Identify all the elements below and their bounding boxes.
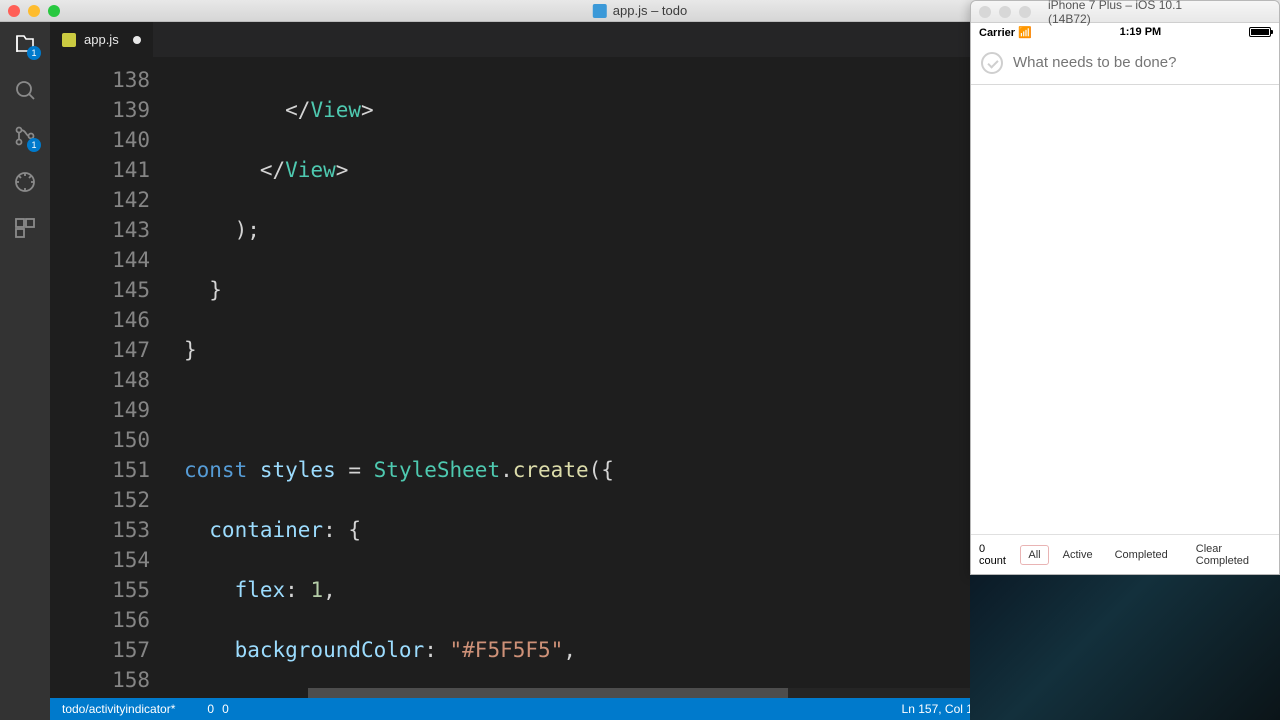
ios-status-bar: Carrier 📶 1:19 PM [971,23,1279,41]
close-window-button[interactable] [8,5,20,17]
line-number: 157 [50,635,150,665]
simulator-title: iPhone 7 Plus – iOS 10.1 (14B72) [1048,0,1202,26]
line-number: 146 [50,305,150,335]
js-file-icon [62,33,76,47]
todo-list-body[interactable] [971,85,1279,534]
filter-completed-button[interactable]: Completed [1107,545,1176,565]
window-title-text: app.js – todo [613,3,687,18]
line-number: 158 [50,665,150,695]
line-number: 138 [50,65,150,95]
battery-icon [1249,27,1271,37]
line-gutter: 138 139 140 141 142 143 144 145 146 147 … [50,57,170,698]
line-number: 150 [50,425,150,455]
line-number: 149 [50,395,150,425]
problems-status[interactable]: 0 0 [203,702,228,716]
clear-completed-button[interactable]: Clear Completed [1188,539,1271,571]
window-title: app.js – todo [593,3,687,18]
line-number: 151 [50,455,150,485]
tab-filename: app.js [84,32,119,47]
line-number: 140 [50,125,150,155]
desktop-background [970,575,1280,720]
line-number: 143 [50,215,150,245]
activity-bar: 1 1 [0,22,50,720]
minimize-window-button[interactable] [28,5,40,17]
error-count: 0 [207,702,214,716]
line-number: 148 [50,365,150,395]
line-number: 147 [50,335,150,365]
sim-maximize-button[interactable] [1019,6,1031,18]
extensions-icon[interactable] [11,214,39,242]
filter-all-button[interactable]: All [1020,545,1048,565]
line-number: 152 [50,485,150,515]
tab-app-js[interactable]: app.js [50,22,154,57]
warning-count: 0 [222,702,229,716]
todo-footer: 0 count All Active Completed Clear Compl… [971,534,1279,574]
source-control-icon[interactable]: 1 [11,122,39,150]
simulator-titlebar: iPhone 7 Plus – iOS 10.1 (14B72) [971,1,1279,23]
vscode-icon [593,4,607,18]
window-traffic-lights [8,5,60,17]
explorer-icon[interactable]: 1 [11,30,39,58]
line-number: 155 [50,575,150,605]
scm-badge: 1 [27,138,41,152]
todo-header [971,41,1279,85]
simulator-traffic-lights [979,6,1031,18]
carrier-label: Carrier 📶 [979,26,1032,39]
sim-minimize-button[interactable] [999,6,1011,18]
line-number: 145 [50,275,150,305]
maximize-window-button[interactable] [48,5,60,17]
branch-name: todo/activityindicator* [62,702,175,716]
tab-dirty-indicator [133,36,141,44]
new-todo-input[interactable] [1013,54,1269,71]
toggle-all-icon[interactable] [981,52,1003,74]
sim-close-button[interactable] [979,6,991,18]
line-number: 139 [50,95,150,125]
git-branch-status[interactable]: todo/activityindicator* [58,702,175,716]
line-number: 141 [50,155,150,185]
line-number: 153 [50,515,150,545]
explorer-badge: 1 [27,46,41,60]
line-number: 144 [50,245,150,275]
ios-simulator-window: iPhone 7 Plus – iOS 10.1 (14B72) Carrier… [970,0,1280,575]
line-number: 156 [50,605,150,635]
debug-icon[interactable] [11,168,39,196]
filter-active-button[interactable]: Active [1055,545,1101,565]
cursor-position-status[interactable]: Ln 157, Col 13 [902,702,980,716]
todo-count: 0 count [979,543,1008,567]
line-number: 142 [50,185,150,215]
line-number: 154 [50,545,150,575]
search-icon[interactable] [11,76,39,104]
ios-clock: 1:19 PM [1120,26,1162,38]
